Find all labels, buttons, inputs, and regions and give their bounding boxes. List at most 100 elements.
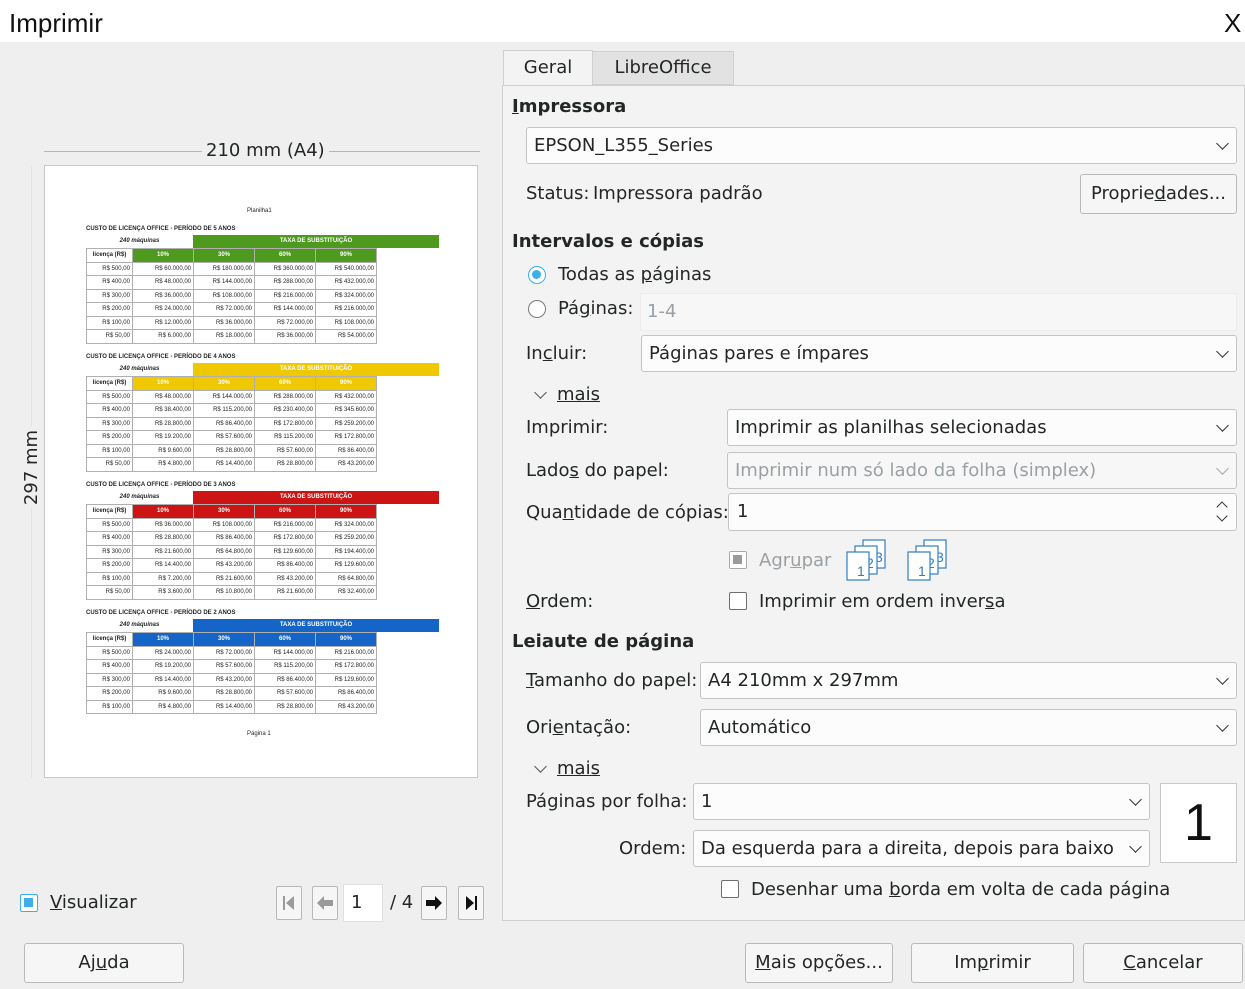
lados-select[interactable]: Imprimir num só lado da folha (simplex) bbox=[727, 452, 1237, 489]
ordem-inversa-label: Imprimir em ordem inversa bbox=[759, 591, 1006, 612]
tamanho-label: Tamanho do papel: bbox=[526, 670, 698, 691]
close-button[interactable]: X bbox=[1224, 8, 1241, 39]
chevron-down-icon bbox=[1216, 137, 1229, 150]
agrupar-checkbox[interactable] bbox=[729, 551, 747, 569]
print-preview-page: Planilha1 CUSTO DE LICENÇA OFFICE - PERÍO… bbox=[44, 165, 478, 778]
chevron-down-icon bbox=[1216, 672, 1229, 685]
table-cell: R$ 129.600,00 bbox=[315, 672, 377, 687]
imprimir-select[interactable]: Imprimir as planilhas selecionadas bbox=[727, 409, 1237, 446]
incluir-select-value: Páginas pares e ímpares bbox=[649, 343, 869, 364]
sheet-header: Planilha1 bbox=[247, 208, 272, 214]
table-cell: R$ 72.000,00 bbox=[193, 645, 255, 660]
previous-page-button[interactable] bbox=[312, 886, 338, 920]
pages-range-input[interactable]: 1-4 bbox=[640, 293, 1237, 331]
ordem-layout-value: Da esquerda para a direita, depois para … bbox=[701, 838, 1114, 859]
tamanho-select-value: A4 210mm x 297mm bbox=[708, 670, 899, 691]
status-value: Impressora padrão bbox=[593, 183, 763, 204]
title-bar bbox=[0, 0, 1245, 42]
machines-label: 240 máquinas bbox=[119, 238, 160, 244]
ordem-label: Ordem: bbox=[526, 591, 594, 612]
table-cell: R$ 129.600,00 bbox=[315, 558, 377, 573]
table-cell: R$ 200,00 bbox=[86, 302, 133, 317]
table-cell: R$ 43.200,00 bbox=[193, 558, 255, 573]
table-cell: R$ 324.000,00 bbox=[315, 517, 377, 532]
block-table: licença (R$) 10% 30% 60% 90% R$ 500,00 R$ 24.0… bbox=[86, 632, 377, 714]
table-row: R$ 100,00 R$ 4.800,00 R$ 14.400,00 R$ 28.80… bbox=[86, 699, 377, 714]
block-table: licença (R$) 10% 30% 60% 90% R$ 500,00 R$ 48.0… bbox=[86, 376, 377, 472]
next-page-button[interactable] bbox=[421, 886, 447, 920]
all-pages-radio[interactable] bbox=[528, 266, 546, 284]
table-cell: R$ 216.000,00 bbox=[315, 302, 377, 317]
table-cell: R$ 60.000,00 bbox=[132, 261, 194, 276]
table-row: R$ 50,00 R$ 6.000,00 R$ 18.000,00 R$ 36.000… bbox=[86, 329, 377, 344]
table-cell: R$ 115.200,00 bbox=[254, 659, 316, 674]
chevron-down-icon bbox=[1216, 719, 1229, 732]
svg-text:1: 1 bbox=[857, 563, 865, 579]
table-cell: R$ 18.000,00 bbox=[193, 329, 255, 344]
paginas-folha-label: Páginas por folha: bbox=[526, 791, 688, 812]
table-cell: R$ 230.400,00 bbox=[254, 403, 316, 418]
page-number-input[interactable]: 1 bbox=[343, 884, 383, 922]
machines-label: 240 máquinas bbox=[119, 494, 160, 500]
print-button[interactable]: Imprimir bbox=[911, 943, 1074, 983]
ordem-inversa-checkbox[interactable] bbox=[729, 592, 747, 610]
visualizar-checkbox[interactable] bbox=[20, 894, 38, 912]
table-cell: R$ 500,00 bbox=[86, 517, 133, 532]
table-cell: R$ 172.800,00 bbox=[254, 531, 316, 546]
more-options-button[interactable]: Mais opções... bbox=[745, 943, 893, 983]
first-page-button[interactable] bbox=[276, 886, 302, 920]
lados-select-value: Imprimir num só lado da folha (simplex) bbox=[735, 460, 1097, 481]
orientacao-select[interactable]: Automático bbox=[700, 709, 1237, 746]
table-cell: R$ 300,00 bbox=[86, 416, 133, 431]
table-cell: R$ 180.000,00 bbox=[193, 261, 255, 276]
table-cell: R$ 4.800,00 bbox=[132, 457, 194, 472]
table-row: R$ 200,00 R$ 9.600,00 R$ 28.800,00 R$ 57.60… bbox=[86, 686, 377, 701]
copias-spinbox[interactable]: 1 bbox=[728, 493, 1237, 531]
cancel-button[interactable]: Cancelar bbox=[1083, 943, 1243, 983]
mais-expander-1[interactable]: mais bbox=[557, 384, 600, 405]
column-header: 10% bbox=[132, 632, 194, 647]
incluir-select[interactable]: Páginas pares e ímpares bbox=[641, 335, 1237, 372]
last-page-icon bbox=[466, 896, 477, 910]
table-cell: R$ 86.400,00 bbox=[315, 686, 377, 701]
table-cell: R$ 400,00 bbox=[86, 275, 133, 290]
leiaute-heading: Leiaute de página bbox=[512, 631, 695, 652]
table-cell: R$ 144.000,00 bbox=[254, 645, 316, 660]
help-button[interactable]: Ajuda bbox=[24, 943, 184, 983]
table-cell: R$ 345.600,00 bbox=[315, 403, 377, 418]
ordem-layout-select[interactable]: Da esquerda para a direita, depois para … bbox=[693, 830, 1150, 867]
pages-per-sheet-preview: 1 bbox=[1160, 783, 1237, 863]
table-cell: R$ 86.400,00 bbox=[315, 443, 377, 458]
tab-libreoffice-calc[interactable]: LibreOffice Calc bbox=[592, 51, 734, 110]
paginas-folha-select[interactable]: 1 bbox=[693, 783, 1150, 820]
properties-button[interactable]: Propriedades... bbox=[1080, 174, 1237, 214]
mais-expander-2[interactable]: mais bbox=[557, 758, 600, 779]
table-cell: R$ 115.200,00 bbox=[254, 430, 316, 445]
table-cell: R$ 36.000,00 bbox=[132, 517, 194, 532]
table-cell: R$ 194.400,00 bbox=[315, 544, 377, 559]
tamanho-select[interactable]: A4 210mm x 297mm bbox=[700, 662, 1237, 699]
table-row: R$ 500,00 R$ 24.000,00 R$ 72.000,00 R$ 144.… bbox=[86, 645, 377, 660]
table-cell: R$ 360.000,00 bbox=[254, 261, 316, 276]
last-page-button[interactable] bbox=[458, 886, 484, 920]
table-cell: R$ 9.600,00 bbox=[132, 686, 194, 701]
table-cell: R$ 115.200,00 bbox=[193, 403, 255, 418]
borda-checkbox[interactable] bbox=[721, 880, 739, 898]
tab-geral[interactable]: Geral bbox=[503, 50, 593, 86]
chevron-down-icon bbox=[1129, 840, 1142, 853]
column-header: 30% bbox=[193, 632, 255, 647]
svg-text:1: 1 bbox=[918, 563, 926, 579]
table-cell: R$ 200,00 bbox=[86, 558, 133, 573]
table-cell: R$ 100,00 bbox=[86, 315, 133, 330]
table-cell: R$ 300,00 bbox=[86, 288, 133, 303]
table-cell: R$ 9.600,00 bbox=[132, 443, 194, 458]
table-row: R$ 400,00 R$ 28.800,00 R$ 86.400,00 R$ 172.… bbox=[86, 531, 377, 546]
printer-select[interactable]: EPSON_L355_Series bbox=[526, 127, 1237, 164]
pages-radio[interactable] bbox=[528, 300, 546, 318]
dialog-title: Imprimir bbox=[9, 8, 103, 38]
table-cell: R$ 21.600,00 bbox=[132, 544, 194, 559]
spin-down-icon[interactable] bbox=[1216, 510, 1228, 522]
table-cell: R$ 216.000,00 bbox=[254, 517, 316, 532]
sheet-footer: Página 1 bbox=[247, 731, 271, 737]
machines-label: 240 máquinas bbox=[119, 366, 160, 372]
